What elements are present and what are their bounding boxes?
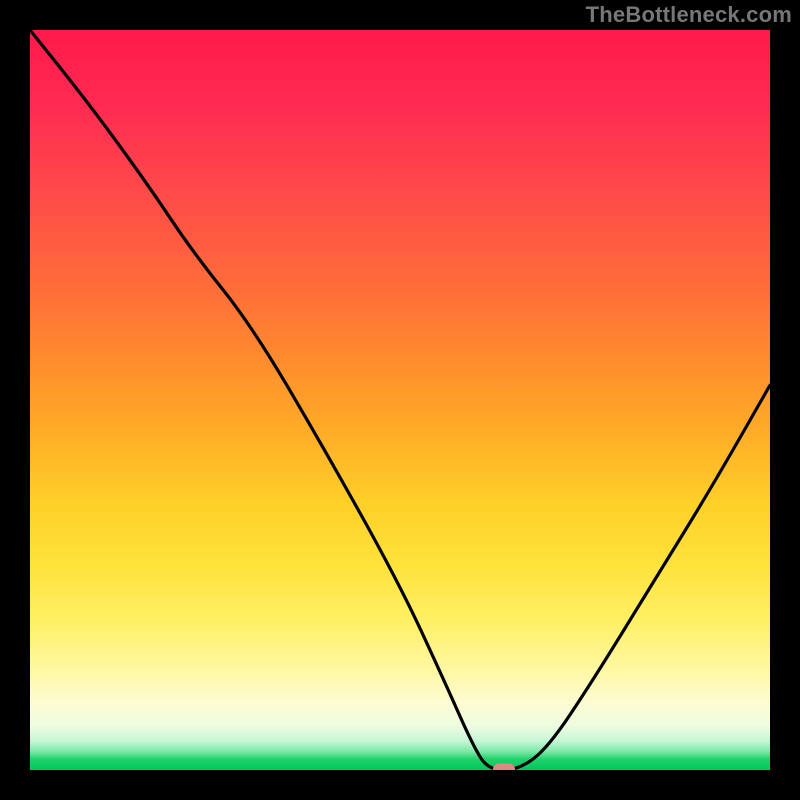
optimal-point-marker (493, 763, 515, 770)
bottleneck-curve-path (30, 30, 770, 770)
plot-area (30, 30, 770, 770)
chart-frame: TheBottleneck.com (0, 0, 800, 800)
attribution-text: TheBottleneck.com (586, 2, 792, 28)
bottleneck-curve (30, 30, 770, 770)
